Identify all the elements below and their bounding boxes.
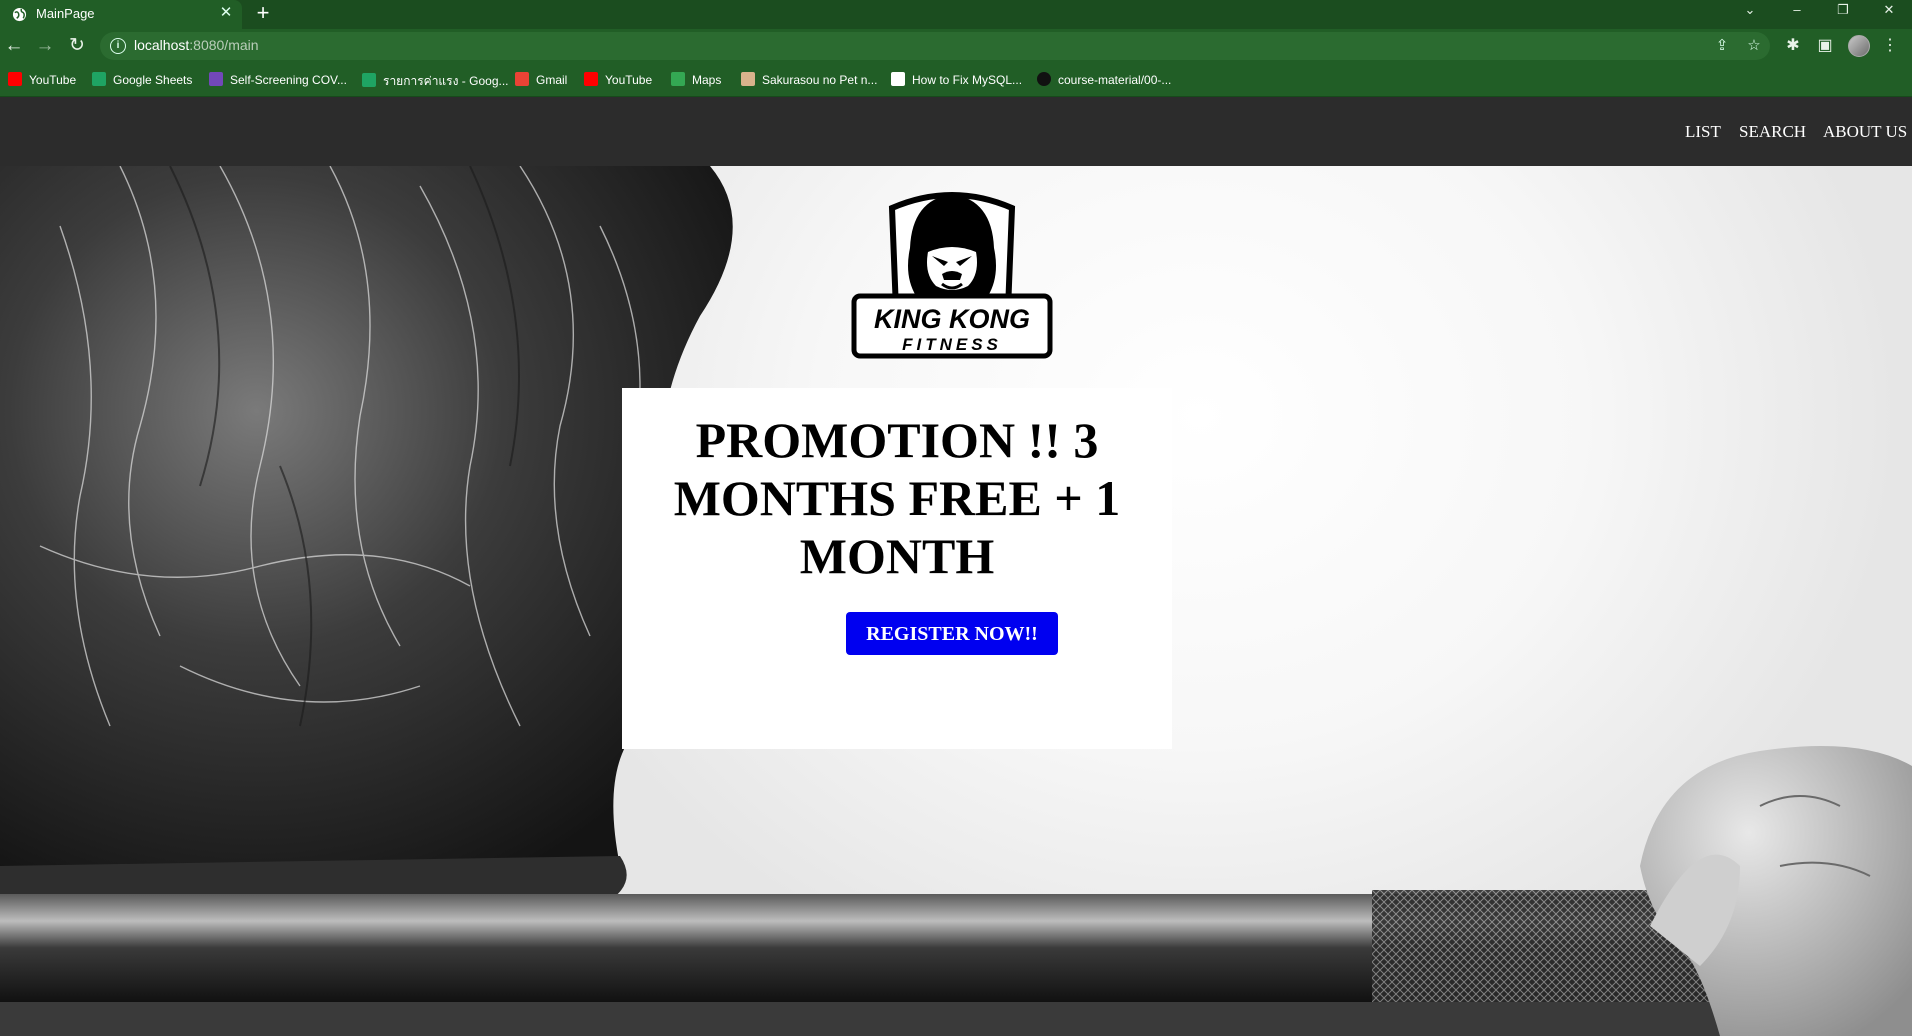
browser-tab-strip: MainPage ✕ + ⌄ – ❐ ✕ xyxy=(0,0,1912,29)
anime-icon xyxy=(741,72,755,86)
browser-tab[interactable]: MainPage ✕ xyxy=(0,0,242,29)
new-tab-icon[interactable]: + xyxy=(252,2,274,24)
tab-title: MainPage xyxy=(36,6,95,21)
browser-toolbar: ← → ↻ i localhost:8080/main ⇪ ☆ ✱ ▣ ⋮ xyxy=(0,29,1912,63)
promotion-card: PROMOTION !! 3 MONTHS FREE + 1 MONTH REG… xyxy=(622,388,1172,749)
minimize-icon[interactable]: – xyxy=(1774,0,1820,22)
register-now-button[interactable]: REGISTER NOW!! xyxy=(846,612,1058,655)
nav-list-link[interactable]: LIST xyxy=(1685,122,1721,142)
close-tab-icon[interactable]: ✕ xyxy=(217,4,235,22)
maps-icon xyxy=(671,72,685,86)
bookmark-youtube-2[interactable]: YouTube xyxy=(584,72,652,90)
bookmarks-bar: YouTube Google Sheets Self-Screening COV… xyxy=(0,63,1912,97)
bookmark-google-sheets[interactable]: Google Sheets xyxy=(92,72,192,90)
gmail-icon xyxy=(515,72,529,86)
hero-section: KING KONG FITNESS PROMOTION !! 3 MONTHS … xyxy=(0,166,1912,1036)
back-icon[interactable]: ← xyxy=(2,34,26,58)
bookmark-course-material[interactable]: course-material/00-... xyxy=(1037,72,1171,90)
bookmark-thai-sheet[interactable]: รายการค่าแรง - Goog... xyxy=(362,72,509,90)
gorilla-logo-icon: KING KONG FITNESS xyxy=(851,192,1053,359)
nav-search-link[interactable]: SEARCH xyxy=(1739,122,1806,142)
nav-about-us-link[interactable]: ABOUT US xyxy=(1823,122,1907,142)
reload-icon[interactable]: ↻ xyxy=(65,34,89,58)
forms-icon xyxy=(209,72,223,86)
globe-icon xyxy=(12,7,27,22)
share-icon[interactable]: ⇪ xyxy=(1711,35,1733,57)
close-window-icon[interactable]: ✕ xyxy=(1866,0,1912,22)
address-bar[interactable]: i localhost:8080/main ⇪ ☆ xyxy=(100,32,1770,60)
doc-icon xyxy=(891,72,905,86)
side-panel-icon[interactable]: ▣ xyxy=(1813,34,1837,58)
logo-text-king-kong: KING KONG xyxy=(874,304,1030,334)
url-text[interactable]: localhost:8080/main xyxy=(134,37,259,53)
extensions-icon[interactable]: ✱ xyxy=(1781,34,1805,58)
bookmark-mysql[interactable]: How to Fix MySQL... xyxy=(891,72,1022,90)
menu-kebab-icon[interactable]: ⋮ xyxy=(1878,34,1902,58)
tab-search-icon[interactable]: ⌄ xyxy=(1727,0,1773,22)
logo-text-fitness: FITNESS xyxy=(902,335,1002,354)
profile-avatar[interactable] xyxy=(1848,35,1870,57)
restore-icon[interactable]: ❐ xyxy=(1820,0,1866,22)
bookmark-sakurasou[interactable]: Sakurasou no Pet n... xyxy=(741,72,877,90)
bookmark-self-screening[interactable]: Self-Screening COV... xyxy=(209,72,347,90)
sheets-icon xyxy=(362,73,376,87)
bookmark-youtube[interactable]: YouTube xyxy=(8,72,76,90)
bookmark-star-icon[interactable]: ☆ xyxy=(1743,35,1765,57)
bookmark-gmail[interactable]: Gmail xyxy=(515,72,567,90)
king-kong-fitness-logo: KING KONG FITNESS xyxy=(850,180,1054,362)
youtube-icon xyxy=(8,72,22,86)
sheets-icon xyxy=(92,72,106,86)
bookmark-maps[interactable]: Maps xyxy=(671,72,721,90)
youtube-icon xyxy=(584,72,598,86)
site-navbar: LIST SEARCH ABOUT US xyxy=(0,97,1912,166)
forward-icon[interactable]: → xyxy=(33,34,57,58)
site-info-icon[interactable]: i xyxy=(110,38,126,54)
github-icon xyxy=(1037,72,1051,86)
promotion-heading: PROMOTION !! 3 MONTHS FREE + 1 MONTH xyxy=(673,412,1121,584)
